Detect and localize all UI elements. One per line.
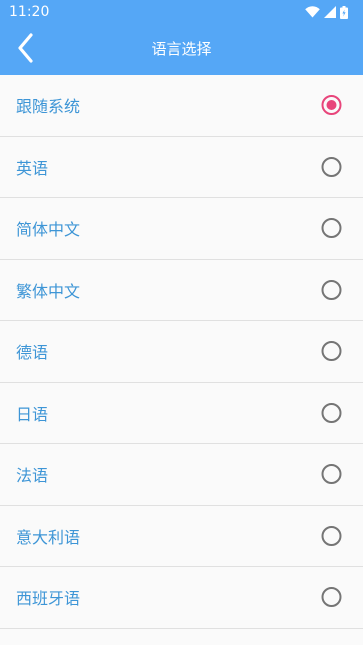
radio-unselected-icon[interactable] [321, 279, 342, 300]
radio-selected-icon[interactable] [321, 95, 342, 116]
radio-unselected-icon[interactable] [321, 156, 342, 177]
battery-icon [340, 5, 348, 19]
language-selection-screen: 11:20 语言选择 跟随系统 英语 简体中文 繁体中文 德语 日语 法语 意大… [0, 0, 363, 645]
wifi-icon [305, 6, 320, 18]
language-label: 英语 [16, 158, 49, 178]
language-label: 跟随系统 [16, 97, 81, 117]
language-list: 跟随系统英语简体中文繁体中文德语日语法语意大利语西班牙语 [0, 75, 363, 629]
language-option[interactable]: 跟随系统 [0, 75, 363, 137]
cell-signal-icon [324, 6, 336, 18]
language-option[interactable]: 西班牙语 [0, 567, 363, 629]
radio-unselected-icon[interactable] [321, 402, 342, 423]
language-option[interactable]: 繁体中文 [0, 260, 363, 321]
language-label: 法语 [16, 466, 49, 486]
language-option[interactable]: 英语 [0, 137, 363, 198]
language-label: 日语 [16, 404, 49, 424]
language-label: 德语 [16, 343, 49, 363]
language-option[interactable]: 日语 [0, 383, 363, 444]
language-label: 繁体中文 [16, 281, 81, 301]
language-label: 意大利语 [16, 527, 81, 547]
language-option[interactable]: 德语 [0, 321, 363, 383]
language-option[interactable]: 法语 [0, 444, 363, 506]
radio-unselected-icon[interactable] [321, 587, 342, 608]
radio-unselected-icon[interactable] [321, 525, 342, 546]
language-label: 西班牙语 [16, 589, 81, 609]
language-option[interactable]: 意大利语 [0, 506, 363, 567]
language-option[interactable]: 简体中文 [0, 198, 363, 260]
page-title: 语言选择 [151, 40, 212, 58]
status-time: 11:20 [9, 4, 50, 20]
app-bar: 11:20 语言选择 [0, 0, 363, 75]
radio-unselected-icon[interactable] [321, 464, 342, 485]
status-bar: 11:20 [0, 0, 363, 25]
radio-unselected-icon[interactable] [321, 341, 342, 362]
language-label: 简体中文 [16, 220, 81, 240]
status-icons [305, 4, 348, 20]
radio-unselected-icon[interactable] [321, 218, 342, 239]
